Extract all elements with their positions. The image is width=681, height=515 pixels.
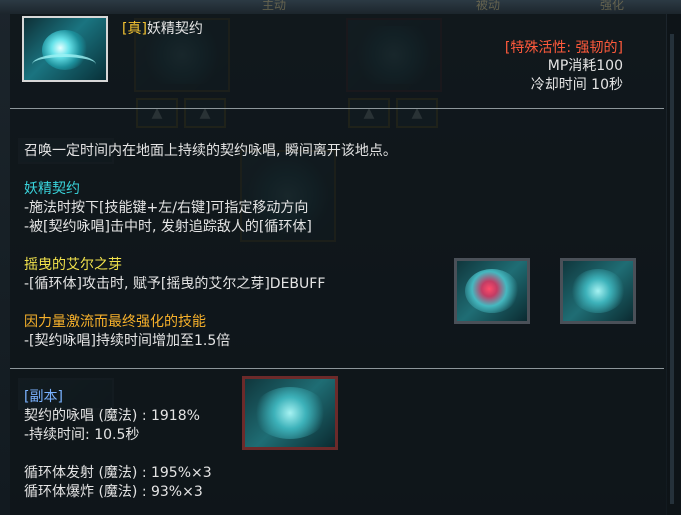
contract-chant-icon — [242, 376, 338, 450]
elbud-icon — [454, 258, 530, 324]
skill-description: 召唤一定时间内在地面上持续的契约咏唱, 瞬间离开该地点。 — [24, 143, 397, 159]
skill-window: 主动 被动 强化 ▲ ▲ ▲ ▲ [真]妖精契约 [特殊活性: 强韧的] MP消… — [0, 0, 681, 515]
section-title: 妖精契约 — [24, 181, 80, 197]
section-title: 因力量激流而最终强化的技能 — [24, 314, 206, 330]
section-line: -[循环体]攻击时, 赋予[摇曳的艾尔之芽]DEBUFF — [24, 276, 326, 292]
skill-tag: [真] — [122, 21, 147, 37]
cooldown: 冷却时间 10秒 — [530, 77, 623, 93]
dungeon-line: 循环体发射 (魔法) : 195%×3 — [24, 465, 212, 481]
dungeon-line: -持续时间: 10.5秒 — [24, 427, 140, 443]
section-line: -被[契约咏唱]击中时, 发射追踪敌人的[循环体] — [24, 219, 312, 235]
skill-title: [真]妖精契约 — [122, 20, 203, 38]
dungeon-header: [副本] — [24, 389, 63, 405]
section-line: -施法时按下[技能键+左/右键]可指定移动方向 — [24, 200, 309, 216]
mp-cost: MP消耗100 — [547, 58, 623, 74]
dungeon-line: 循环体爆炸 (魔法) : 93%×3 — [24, 484, 203, 500]
dungeon-line: 契约的咏唱 (魔法) : 1918% — [24, 408, 200, 424]
skill-tooltip: [真]妖精契约 [特殊活性: 强韧的] MP消耗100 冷却时间 10秒 召唤一… — [10, 14, 666, 515]
special-trait: [特殊活性: 强韧的] — [504, 40, 623, 56]
divider — [10, 368, 664, 369]
loop-body-icon — [560, 258, 636, 324]
tab-enhance[interactable]: 强化 — [600, 0, 624, 13]
section-line: -[契约咏唱]持续时间增加至1.5倍 — [24, 333, 231, 349]
fairy-contract-skill-icon — [22, 16, 108, 82]
section-title: 摇曳的艾尔之芽 — [24, 257, 122, 273]
tab-passive[interactable]: 被动 — [476, 0, 500, 13]
skill-name: 妖精契约 — [146, 21, 203, 37]
skill-tab-strip: 主动 被动 强化 — [0, 0, 681, 14]
tab-active[interactable]: 主动 — [262, 0, 286, 13]
divider — [10, 108, 664, 109]
scrollbar[interactable] — [667, 14, 681, 515]
